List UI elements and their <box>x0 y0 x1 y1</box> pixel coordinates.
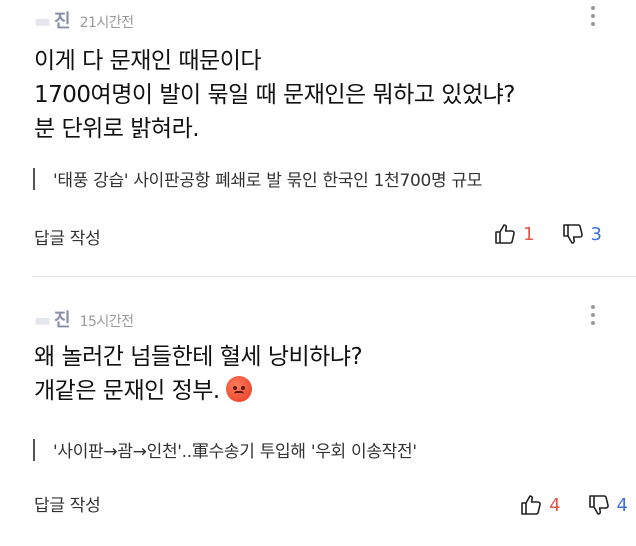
thumbs-up-icon <box>521 495 541 515</box>
news-link-bar <box>33 438 35 461</box>
comment-meta: ▬ 진 21시간전 <box>34 7 134 33</box>
news-link-bar <box>33 167 35 190</box>
news-title: '태풍 강습' 사이판공항 폐쇄로 발 묶인 한국인 1천700명 규모 <box>53 171 483 191</box>
comment-body: 이게 다 문재인 때문이다 1700여명이 발이 묶일 때 문재인은 뭐하고 있… <box>34 44 616 146</box>
author-name[interactable]: ▬ 진 <box>34 306 72 332</box>
comment-line: 왜 놀러간 넘들한테 혈세 낭비하냐? <box>34 344 363 370</box>
thumbs-down-icon <box>588 495 609 515</box>
comment-body: 왜 놀러간 넘들한테 혈세 낭비하냐? 개같은 문재인 정부. <box>34 340 616 408</box>
news-link[interactable]: '태풍 강습' 사이판공항 폐쇄로 발 묶인 한국인 1천700명 규모 <box>33 166 482 191</box>
reply-button[interactable]: 답글 작성 <box>34 491 101 516</box>
dislike-button[interactable]: 4 <box>587 493 628 517</box>
author-name[interactable]: ▬ 진 <box>34 7 72 33</box>
author-name-text: 진 <box>54 310 72 331</box>
like-button[interactable]: 4 <box>519 493 561 517</box>
vote-group: 4 4 <box>519 493 628 517</box>
comment-line: 1700여명이 발이 묶일 때 문재인은 뭐하고 있었냐? <box>34 82 516 108</box>
like-button[interactable]: 1 <box>493 222 535 246</box>
comment-line: 분 단위로 밝혀라. <box>34 116 200 142</box>
news-link[interactable]: '사이판→괌→인천'..軍수송기 투입해 '우회 이송작전' <box>33 437 417 462</box>
news-title: '사이판→괌→인천'..軍수송기 투입해 '우회 이송작전' <box>53 442 417 462</box>
more-options-icon[interactable] <box>590 305 596 325</box>
blurred-author-prefix: ▬ <box>34 11 53 32</box>
thumbs-up-icon <box>495 224 515 244</box>
comment-line-with-emoji: 개같은 문재인 정부. <box>34 374 616 408</box>
comment-time: 21시간전 <box>79 15 134 31</box>
comment-time: 15시간전 <box>79 314 134 330</box>
like-count: 1 <box>523 223 535 245</box>
author-name-text: 진 <box>54 11 72 32</box>
comment-meta: ▬ 진 15시간전 <box>34 306 134 332</box>
comment-item: ▬ 진 21시간전 이게 다 문재인 때문이다 1700여명이 발이 묶일 때 문… <box>0 0 636 276</box>
dislike-count: 4 <box>616 494 628 516</box>
blurred-author-prefix: ▬ <box>34 310 53 331</box>
reply-button[interactable]: 답글 작성 <box>34 224 101 249</box>
like-count: 4 <box>549 494 561 516</box>
dislike-button[interactable]: 3 <box>561 222 602 246</box>
more-options-icon[interactable] <box>590 6 596 26</box>
comment-line: 개같은 문재인 정부. <box>34 378 220 404</box>
comment-item: ▬ 진 15시간전 왜 놀러간 넘들한테 혈세 낭비하냐? 개같은 문재인 정부.… <box>0 277 636 546</box>
angry-face-icon <box>225 376 252 402</box>
thumbs-down-icon <box>562 224 583 244</box>
comment-line: 이게 다 문재인 때문이다 <box>34 48 262 74</box>
dislike-count: 3 <box>590 223 602 245</box>
vote-group: 1 3 <box>493 222 602 246</box>
